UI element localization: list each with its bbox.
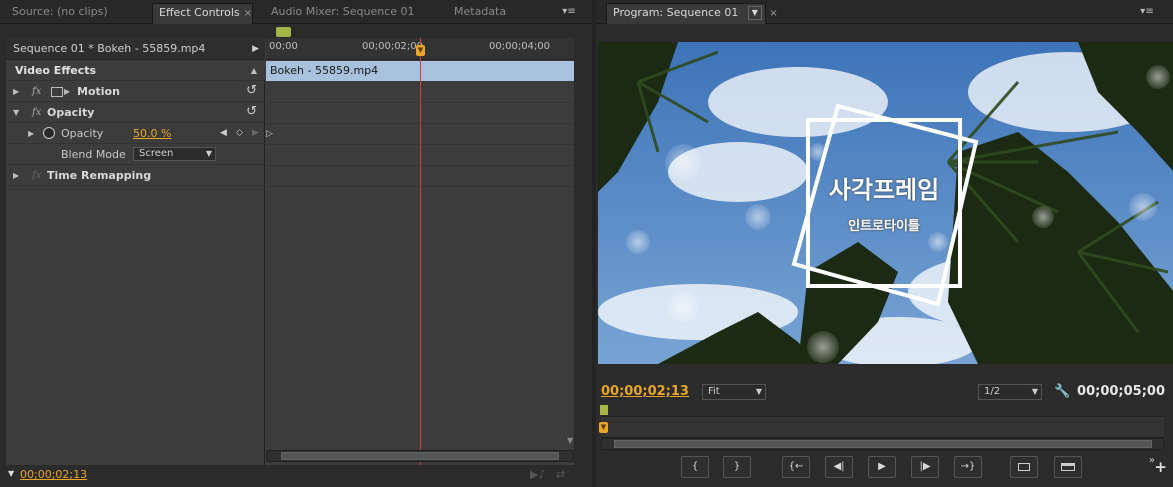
stopwatch-icon[interactable] [43, 127, 55, 139]
chevron-right-icon[interactable]: ▶ [252, 38, 259, 60]
effect-row-time-remapping[interactable]: ▶ fx Time Remapping [6, 165, 265, 186]
playhead-line [420, 38, 421, 465]
ruler-label-end: 00;00;04;00 [489, 41, 551, 52]
monitor-time-ruler[interactable]: ▼ [599, 416, 1164, 438]
scrollbar-thumb[interactable] [614, 440, 1152, 448]
timeline-scrollbar[interactable] [266, 450, 574, 462]
left-tabbar: Source: (no clips) Effect Controls × Audi… [0, 0, 592, 24]
expand-triangle-icon[interactable]: ▶ [13, 165, 19, 186]
reset-icon[interactable]: ↺ [246, 84, 257, 98]
step-back-button[interactable]: ◀| [825, 456, 853, 478]
opacity-value[interactable]: 50.0 % [133, 123, 171, 144]
prev-keyframe-icon[interactable]: ◀ [220, 123, 227, 144]
collapse-triangle-icon[interactable]: ▼ [13, 102, 19, 123]
extract-button[interactable] [1054, 456, 1082, 478]
tab-program[interactable]: Program: Sequence 01 ▼ × [606, 3, 778, 24]
blend-mode-value: Screen [139, 148, 174, 159]
tab-metadata[interactable]: Metadata [448, 3, 558, 24]
chevron-down-icon: ▼ [755, 387, 762, 396]
effect-timeline[interactable]: 00;00 00;00;02;00 00;00;04;00 Bokeh - 55… [266, 38, 574, 465]
chevron-down-icon: ▼ [205, 149, 212, 158]
playhead-marker[interactable]: ▼ [599, 422, 608, 433]
footer-timecode[interactable]: 00;00;02;13 [20, 468, 87, 481]
tab-source[interactable]: Source: (no clips) [6, 3, 146, 24]
fx-toggle-icon[interactable]: fx [32, 102, 41, 123]
fx-toggle-icon[interactable]: fx [32, 165, 41, 186]
right-tabbar: Program: Sequence 01 ▼ × ▾≡ [596, 0, 1173, 24]
param-row-opacity: ▶ Opacity 50.0 % ◀ ◇ ▶ [6, 123, 265, 144]
wrench-icon[interactable]: 🔧 [1054, 384, 1070, 399]
transform-box-icon[interactable] [51, 87, 63, 97]
param-row-blend-mode: Blend Mode Screen ▼ [6, 144, 265, 165]
ruler-label-mid: 00;00;02;00 [362, 41, 424, 52]
effect-row-opacity[interactable]: ▼ fx Opacity ↺ [6, 102, 265, 123]
mark-out-button[interactable]: } [723, 456, 751, 478]
expand-triangle-icon[interactable]: ▶ [28, 123, 34, 144]
blend-mode-select[interactable]: Screen ▼ [133, 147, 216, 161]
chevron-down-icon: ▼ [1031, 387, 1038, 396]
program-video-frame[interactable]: 사각프레임 인트로타이틀 [598, 42, 1173, 364]
add-keyframe-icon[interactable]: ◇ [236, 123, 243, 144]
effect-controls-body: Sequence 01 * Bokeh - 55859.mp4 ▶ Video … [6, 38, 574, 465]
blend-mode-label: Blend Mode [61, 148, 126, 161]
sequence-header: Sequence 01 * Bokeh - 55859.mp4 ▶ [6, 38, 265, 60]
fx-toggle-icon[interactable]: fx [32, 81, 41, 102]
tab-effect-controls[interactable]: Effect Controls × [152, 3, 253, 24]
go-to-in-button[interactable]: {← [782, 456, 810, 478]
panel-menu-icon[interactable]: ▾≡ [1136, 5, 1158, 19]
effect-row-motion[interactable]: ▶ fx ▶ Motion ↺ [6, 81, 265, 102]
ruler-label-start: 00;00 [269, 41, 298, 52]
transport-bar: { } {← ◀| ▶ |▶ →} [596, 456, 1173, 478]
video-effects-label: Video Effects [15, 64, 97, 77]
motion-label: Motion [77, 85, 120, 98]
playhead-marker[interactable]: ▼ [416, 45, 425, 56]
lift-icon [1018, 463, 1030, 471]
duration-timecode: 00;00;05;00 [1077, 384, 1165, 399]
program-monitor-panel: Program: Sequence 01 ▼ × ▾≡ 사각프레임 인트로타이틀… [596, 0, 1173, 487]
reset-icon[interactable]: ↺ [246, 105, 257, 119]
current-timecode[interactable]: 00;00;02;13 [601, 384, 689, 399]
video-effects-header: Video Effects ▲ [6, 60, 265, 81]
close-icon[interactable]: × [244, 8, 252, 19]
time-remapping-label: Time Remapping [47, 169, 152, 182]
scroll-down-icon[interactable]: ▼ [567, 436, 573, 445]
step-forward-button[interactable]: |▶ [911, 456, 939, 478]
filter-icon[interactable]: ▼ [8, 469, 14, 478]
scrollbar-thumb[interactable] [281, 452, 559, 460]
clip-name: Bokeh - 55859.mp4 [270, 64, 379, 77]
work-area-marker[interactable] [276, 27, 291, 37]
collapse-up-icon[interactable]: ▲ [251, 60, 257, 81]
sequence-clip-label: Sequence 01 * Bokeh - 55859.mp4 [13, 42, 206, 55]
lift-button[interactable] [1010, 456, 1038, 478]
subtitle-overlay: 인트로타이틀 [848, 219, 920, 234]
monitor-scrollbar[interactable] [601, 438, 1164, 450]
expand-triangle-icon[interactable]: ▶ [13, 81, 19, 102]
effect-list: Sequence 01 * Bokeh - 55859.mp4 ▶ Video … [6, 38, 265, 465]
work-area-marker[interactable] [600, 405, 608, 415]
opacity-param-label: Opacity [61, 127, 104, 140]
play-audio-icon[interactable]: ▶♪ [530, 468, 545, 481]
zoom-select[interactable]: Fit ▼ [702, 384, 766, 400]
resolution-select[interactable]: 1/2 ▼ [978, 384, 1042, 400]
play-small-icon: ▶ [64, 87, 71, 96]
extract-icon [1061, 463, 1075, 471]
loop-icon[interactable]: ⇄ [556, 468, 565, 481]
next-keyframe-icon[interactable]: ▶ [252, 123, 259, 144]
keyframe-nav-icon[interactable]: ▷ [266, 129, 273, 139]
mark-in-button[interactable]: { [681, 456, 709, 478]
play-button[interactable]: ▶ [868, 456, 896, 478]
tab-audio-mixer[interactable]: Audio Mixer: Sequence 01 [265, 3, 435, 24]
chevron-down-icon[interactable]: ▼ [747, 6, 762, 20]
opacity-label: Opacity [47, 106, 95, 119]
close-icon[interactable]: × [769, 8, 777, 19]
title-overlay: 사각프레임 [828, 176, 940, 204]
monitor-controls: 00;00;02;13 Fit ▼ 1/2 ▼ 🔧 00;00;05;00 [596, 378, 1173, 408]
go-to-out-button[interactable]: →} [954, 456, 982, 478]
add-button-icon[interactable]: + [1154, 458, 1167, 476]
effect-controls-panel: Source: (no clips) Effect Controls × Audi… [0, 0, 592, 487]
panel-menu-icon[interactable]: ▾≡ [558, 5, 580, 19]
